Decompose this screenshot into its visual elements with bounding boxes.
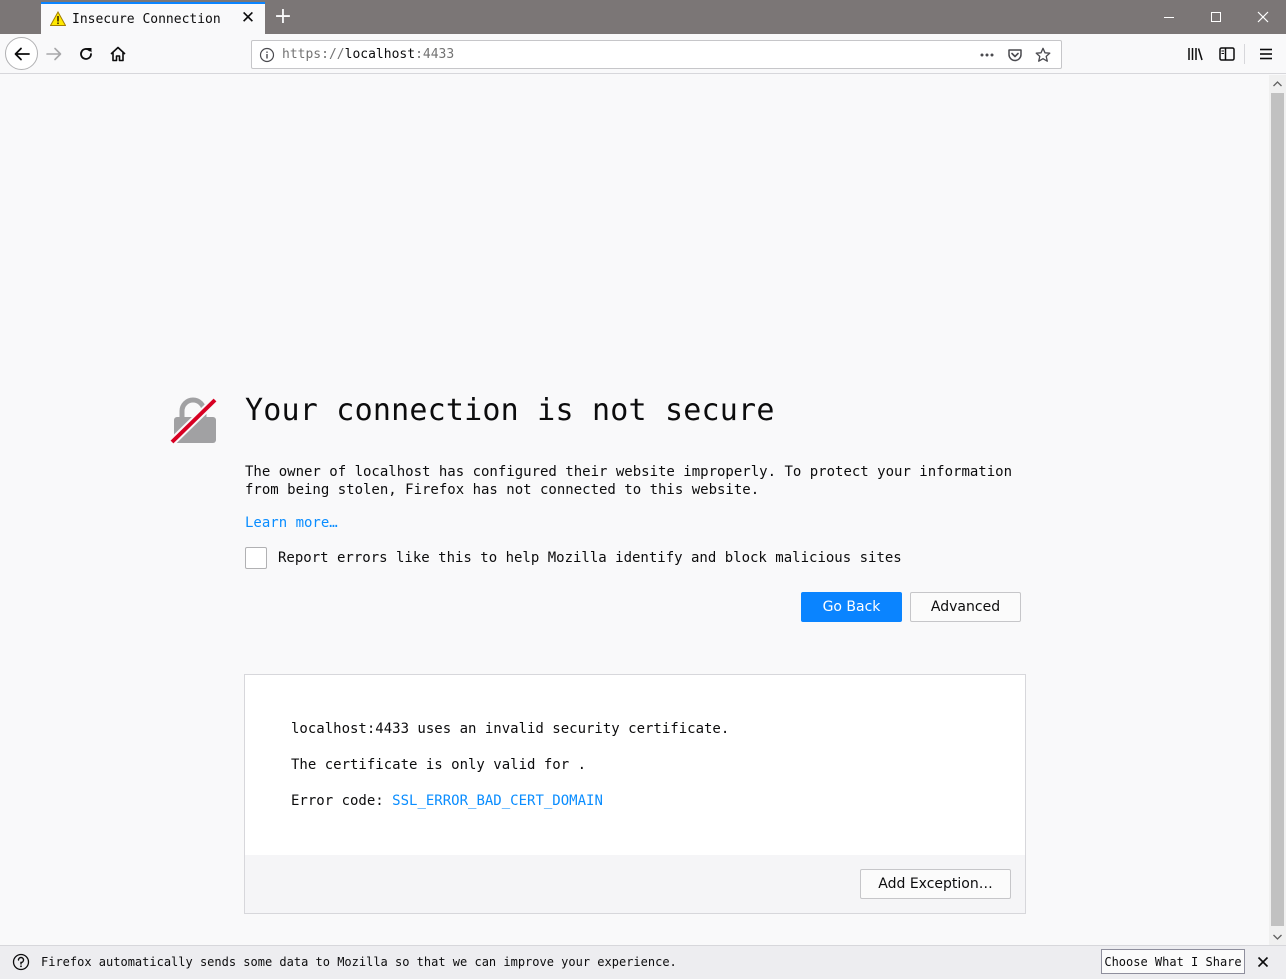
sidebar-button[interactable] [1211, 38, 1243, 70]
tab-insecure-connection[interactable]: Insecure Connection ✕ [41, 2, 265, 34]
report-errors-label[interactable]: Report errors like this to help Mozilla … [278, 550, 902, 566]
error-description: The owner of localhost has configured th… [245, 464, 1013, 498]
scroll-up-arrow-icon[interactable] [1269, 75, 1286, 92]
invalid-cert-text: localhost:4433 uses an invalid security … [291, 721, 730, 737]
error-code-link[interactable]: SSL_ERROR_BAD_CERT_DOMAIN [392, 793, 603, 809]
cert-valid-for-text: The certificate is only valid for . [291, 757, 587, 773]
advanced-button[interactable]: Advanced [910, 592, 1021, 622]
maximize-button[interactable] [1193, 0, 1239, 34]
close-window-button[interactable] [1240, 0, 1286, 34]
error-code-line: Error code: SSL_ERROR_BAD_CERT_DOMAIN [291, 793, 603, 809]
close-icon [1257, 11, 1269, 23]
library-icon [1188, 48, 1203, 61]
error-code-label: Error code: [291, 793, 393, 809]
back-button[interactable] [5, 37, 38, 70]
page-actions-icon[interactable] [973, 41, 1001, 68]
library-button[interactable] [1179, 38, 1211, 70]
hamburger-menu-icon [1260, 48, 1272, 60]
report-errors-checkbox[interactable] [245, 547, 267, 569]
new-tab-button[interactable]: + [272, 4, 294, 30]
home-button[interactable] [102, 38, 134, 70]
sidebar-icon [1219, 47, 1235, 61]
url-text[interactable]: https://localhost:4433 [282, 47, 454, 62]
error-title: Your connection is not secure [245, 393, 775, 428]
close-tab-icon[interactable]: ✕ [239, 9, 257, 27]
pocket-icon[interactable] [1001, 41, 1029, 68]
info-icon[interactable] [252, 41, 282, 68]
vertical-scrollbar[interactable] [1269, 75, 1286, 945]
tab-strip: Insecure Connection ✕ + [0, 0, 1286, 34]
url-bar[interactable]: https://localhost:4433 [251, 40, 1062, 69]
close-notification-icon[interactable] [1253, 952, 1273, 972]
scrollbar-thumb[interactable] [1271, 93, 1284, 926]
reload-icon [80, 48, 92, 60]
scroll-down-arrow-icon[interactable] [1269, 928, 1286, 945]
menu-button[interactable] [1250, 38, 1282, 70]
forward-button[interactable] [38, 38, 70, 70]
home-icon [110, 46, 126, 62]
minimize-button[interactable] [1146, 0, 1192, 34]
advanced-panel-footer: Add Exception… [245, 855, 1025, 913]
navigation-toolbar: https://localhost:4433 [0, 34, 1286, 74]
back-arrow-icon [14, 47, 30, 60]
go-back-button[interactable]: Go Back [801, 592, 902, 622]
minimize-icon [1164, 17, 1174, 18]
learn-more-link[interactable]: Learn more… [245, 515, 338, 531]
bookmark-star-icon[interactable] [1029, 41, 1057, 68]
notification-text: Firefox automatically sends some data to… [41, 955, 677, 969]
warning-icon [50, 11, 66, 27]
reload-button[interactable] [70, 38, 102, 70]
advanced-panel: localhost:4433 uses an invalid security … [244, 674, 1026, 914]
tab-title: Insecure Connection [72, 11, 221, 27]
help-icon [12, 953, 30, 971]
forward-arrow-icon [46, 47, 62, 61]
toolbar-separator [1244, 44, 1245, 64]
maximize-icon [1211, 12, 1221, 22]
error-page: Your connection is not secure The owner … [0, 75, 1269, 945]
data-reporting-notification: Firefox automatically sends some data to… [0, 945, 1286, 979]
add-exception-button[interactable]: Add Exception… [860, 869, 1011, 899]
choose-what-i-share-button[interactable]: Choose What I Share [1101, 949, 1245, 974]
broken-lock-icon [169, 396, 218, 445]
